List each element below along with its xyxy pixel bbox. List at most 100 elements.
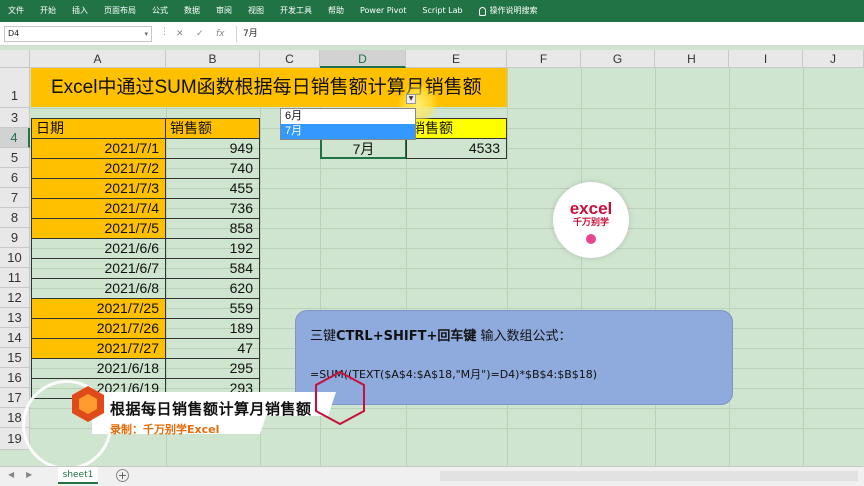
dropdown-option-july[interactable]: 7月 bbox=[281, 124, 415, 139]
column-header-i[interactable]: I bbox=[729, 50, 803, 68]
date-cell[interactable]: 2021/7/4 bbox=[31, 198, 166, 219]
formula-bar: D4 ▾ ⋮ ✕ ✓ fx 7月 bbox=[0, 22, 864, 46]
gridline bbox=[30, 108, 864, 109]
decorative-hexagon bbox=[315, 370, 365, 426]
dropdown-arrow-button[interactable]: ▼ bbox=[406, 94, 416, 104]
date-cell[interactable]: 2021/7/25 bbox=[31, 298, 166, 319]
row-header-16[interactable]: 16 bbox=[0, 368, 30, 388]
total-sales-cell[interactable]: 4533 bbox=[406, 138, 507, 159]
date-cell[interactable]: 2021/7/5 bbox=[31, 218, 166, 239]
insert-function-icon[interactable]: fx bbox=[216, 26, 225, 42]
scroll-left-icon[interactable]: ◀ bbox=[8, 470, 14, 479]
column-header-h[interactable]: H bbox=[655, 50, 729, 68]
logo-text-excel: excel bbox=[569, 199, 613, 218]
row-header-8[interactable]: 8 bbox=[0, 208, 30, 228]
column-header-d[interactable]: D bbox=[320, 50, 406, 68]
instruction-prefix: 三键 bbox=[310, 329, 337, 344]
date-cell[interactable]: 2021/7/1 bbox=[31, 138, 166, 159]
ribbon-tab-home[interactable]: 开始 bbox=[32, 0, 64, 22]
excel-window: 文件 开始 插入 页面布局 公式 数据 审阅 视图 开发工具 帮助 Power … bbox=[0, 0, 864, 486]
date-cell[interactable]: 2021/6/7 bbox=[31, 258, 166, 279]
row-header-3[interactable]: 3 bbox=[0, 108, 30, 128]
dropdown-option-june[interactable]: 6月 bbox=[281, 109, 415, 124]
ribbon-tab-file[interactable]: 文件 bbox=[0, 0, 32, 22]
sales-cell[interactable]: 192 bbox=[165, 238, 260, 259]
date-cell[interactable]: 2021/7/3 bbox=[31, 178, 166, 199]
ribbon-tab-review[interactable]: 审阅 bbox=[208, 0, 240, 22]
scroll-right-icon[interactable]: ▶ bbox=[26, 470, 32, 479]
enter-icon[interactable]: ✓ bbox=[196, 26, 204, 42]
formula-input[interactable]: 7月 bbox=[236, 26, 862, 42]
ribbon-tab-insert[interactable]: 插入 bbox=[64, 0, 96, 22]
column-header-j[interactable]: J bbox=[803, 50, 864, 68]
row-header-11[interactable]: 11 bbox=[0, 268, 30, 288]
column-header-a[interactable]: A bbox=[30, 50, 166, 68]
ribbon-tab-view[interactable]: 视图 bbox=[240, 0, 272, 22]
column-header-b[interactable]: B bbox=[166, 50, 260, 68]
banner-title: 根据每日销售额计算月销售额 bbox=[110, 400, 312, 418]
column-header-g[interactable]: G bbox=[581, 50, 655, 68]
sales-cell[interactable]: 620 bbox=[165, 278, 260, 299]
row-header-9[interactable]: 9 bbox=[0, 228, 30, 248]
date-cell[interactable]: 2021/7/2 bbox=[31, 158, 166, 179]
date-cell[interactable]: 2021/6/6 bbox=[31, 238, 166, 259]
row-header-5[interactable]: 5 bbox=[0, 148, 30, 168]
sheet-tab-bar: ◀ ▶ sheet1 + bbox=[0, 466, 864, 486]
row-header-7[interactable]: 7 bbox=[0, 188, 30, 208]
row-header-14[interactable]: 14 bbox=[0, 328, 30, 348]
sales-cell[interactable]: 559 bbox=[165, 298, 260, 319]
sales-cell[interactable]: 295 bbox=[165, 358, 260, 379]
month-dropdown-list[interactable]: 6月 7月 bbox=[280, 108, 416, 140]
month-select-cell[interactable]: 7月 bbox=[320, 138, 407, 159]
add-sheet-icon[interactable]: + bbox=[116, 469, 129, 482]
lightbulb-icon bbox=[478, 6, 486, 16]
date-cell[interactable]: 2021/7/27 bbox=[31, 338, 166, 359]
drag-handle-icon[interactable]: ⋮ bbox=[160, 27, 169, 37]
row-header-15[interactable]: 15 bbox=[0, 348, 30, 368]
date-cell[interactable]: 2021/6/18 bbox=[31, 358, 166, 379]
ribbon-tab-developer[interactable]: 开发工具 bbox=[272, 0, 320, 22]
row-header-6[interactable]: 6 bbox=[0, 168, 30, 188]
instruction-keys: CTRL+SHIFT+回车键 bbox=[336, 329, 477, 344]
ribbon-tab-help[interactable]: 帮助 bbox=[320, 0, 352, 22]
select-all-corner[interactable] bbox=[0, 50, 30, 68]
sales-cell[interactable]: 740 bbox=[165, 158, 260, 179]
row-header-12[interactable]: 12 bbox=[0, 288, 30, 308]
ribbon-tab-script-lab[interactable]: Script Lab bbox=[414, 0, 470, 22]
ribbon-tab-power-pivot[interactable]: Power Pivot bbox=[352, 0, 414, 22]
ribbon-tab-formulas[interactable]: 公式 bbox=[144, 0, 176, 22]
video-title-banner: 根据每日销售额计算月销售额 录制：千万别学Excel bbox=[66, 384, 336, 438]
column-header-f[interactable]: F bbox=[507, 50, 581, 68]
row-header-13[interactable]: 13 bbox=[0, 308, 30, 328]
sales-cell[interactable]: 47 bbox=[165, 338, 260, 359]
chevron-down-icon[interactable]: ▾ bbox=[144, 27, 148, 41]
sales-cell[interactable]: 455 bbox=[165, 178, 260, 199]
sales-cell[interactable]: 736 bbox=[165, 198, 260, 219]
name-box[interactable]: D4 ▾ bbox=[4, 26, 152, 42]
tell-me-search[interactable]: 操作说明搜索 bbox=[471, 0, 546, 22]
logo-text-subtitle: 千万别学 bbox=[572, 218, 609, 228]
row-header-1[interactable]: 1 bbox=[0, 68, 30, 108]
sales-cell[interactable]: 949 bbox=[165, 138, 260, 159]
row-header-10[interactable]: 10 bbox=[0, 248, 30, 268]
column-header-c[interactable]: C bbox=[260, 50, 320, 68]
date-cell[interactable]: 2021/6/8 bbox=[31, 278, 166, 299]
header-date-cell[interactable]: 日期 bbox=[31, 118, 166, 139]
sales-cell[interactable]: 858 bbox=[165, 218, 260, 239]
sheet-tab-sheet1[interactable]: sheet1 bbox=[58, 467, 98, 484]
channel-logo: excel 千万别学 bbox=[553, 182, 629, 258]
instruction-suffix: 输入数组公式： bbox=[476, 329, 572, 344]
header-sales-cell[interactable]: 销售额 bbox=[165, 118, 260, 139]
ribbon-tab-page-layout[interactable]: 页面布局 bbox=[96, 0, 144, 22]
ribbon-tab-data[interactable]: 数据 bbox=[176, 0, 208, 22]
date-cell[interactable]: 2021/7/26 bbox=[31, 318, 166, 339]
sales-cell[interactable]: 189 bbox=[165, 318, 260, 339]
ribbon-tab-bar: 文件 开始 插入 页面布局 公式 数据 审阅 视图 开发工具 帮助 Power … bbox=[0, 0, 864, 22]
horizontal-scrollbar[interactable] bbox=[440, 471, 858, 481]
cancel-icon[interactable]: ✕ bbox=[176, 26, 184, 42]
heart-icon bbox=[586, 234, 596, 244]
column-header-e[interactable]: E bbox=[406, 50, 507, 68]
sales-cell[interactable]: 584 bbox=[165, 258, 260, 279]
tell-me-label: 操作说明搜索 bbox=[489, 6, 538, 15]
row-header-4[interactable]: 4 bbox=[0, 128, 30, 148]
